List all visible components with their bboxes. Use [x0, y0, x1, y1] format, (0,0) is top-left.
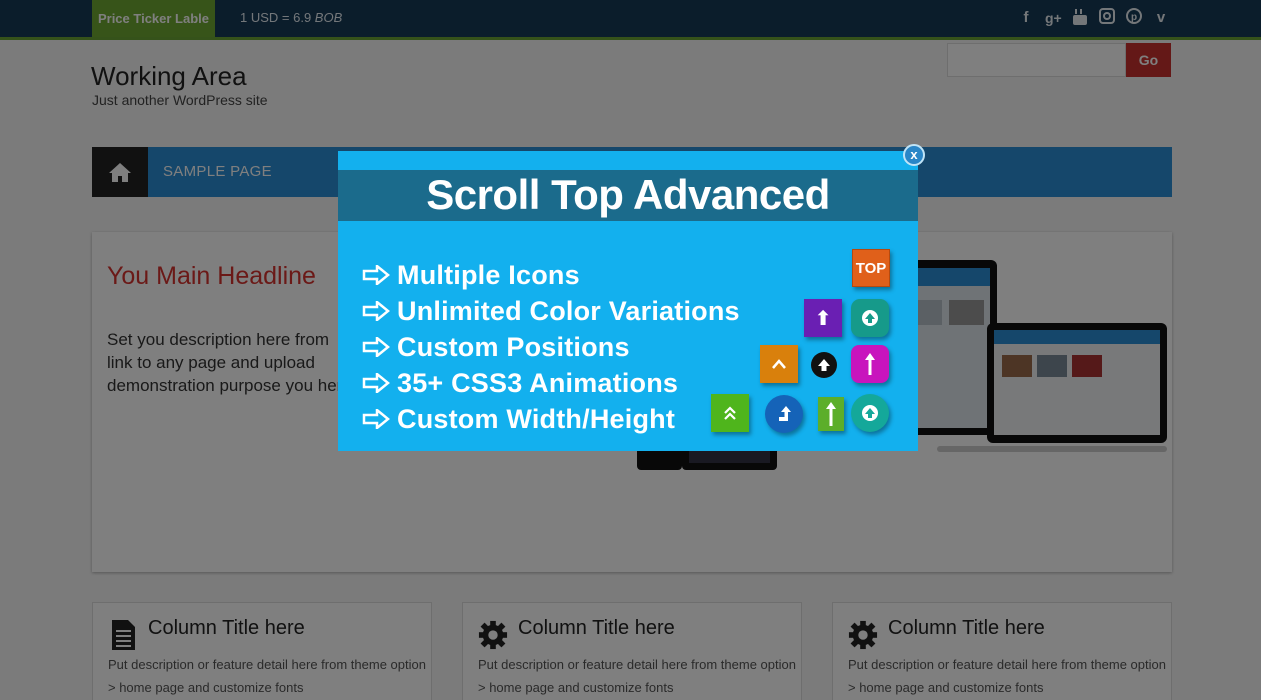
- feature-text: 35+ CSS3 Animations: [397, 367, 679, 398]
- long-arrow-up-icon: [818, 397, 844, 431]
- arrow-right-icon: [362, 337, 390, 357]
- promo-popup: Scroll Top Advanced Multiple Icons Unlim…: [338, 151, 918, 451]
- feature-item: Unlimited Color Variations: [362, 293, 740, 329]
- arrow-up-icon: ⬆: [804, 299, 842, 337]
- feature-item: 35+ CSS3 Animations: [362, 365, 740, 401]
- chevron-up-icon: [760, 345, 798, 383]
- top-badge-icon: TOP: [852, 249, 890, 287]
- feature-item: Custom Positions: [362, 329, 740, 365]
- circle-arrow-up-icon: [851, 394, 889, 432]
- circle-arrow-up-icon: [851, 299, 889, 337]
- feature-item: Multiple Icons: [362, 257, 740, 293]
- arrow-right-icon: [362, 373, 390, 393]
- feature-text: Multiple Icons: [397, 259, 580, 290]
- feature-text: Custom Width/Height: [397, 403, 676, 434]
- arrow-right-icon: [362, 265, 390, 285]
- arrow-right-icon: [362, 409, 390, 429]
- long-arrow-up-icon: [851, 345, 889, 383]
- circle-arrow-up-icon: [811, 352, 837, 378]
- popup-title: Scroll Top Advanced: [426, 171, 830, 218]
- feature-text: Unlimited Color Variations: [397, 295, 740, 326]
- feature-item: Custom Width/Height: [362, 401, 740, 437]
- feature-list: Multiple Icons Unlimited Color Variation…: [362, 257, 740, 437]
- popup-close-button[interactable]: x: [903, 144, 925, 166]
- feature-text: Custom Positions: [397, 331, 630, 362]
- arrow-right-icon: [362, 301, 390, 321]
- turn-arrow-up-icon: [765, 395, 803, 433]
- double-chevron-up-icon: [711, 394, 749, 432]
